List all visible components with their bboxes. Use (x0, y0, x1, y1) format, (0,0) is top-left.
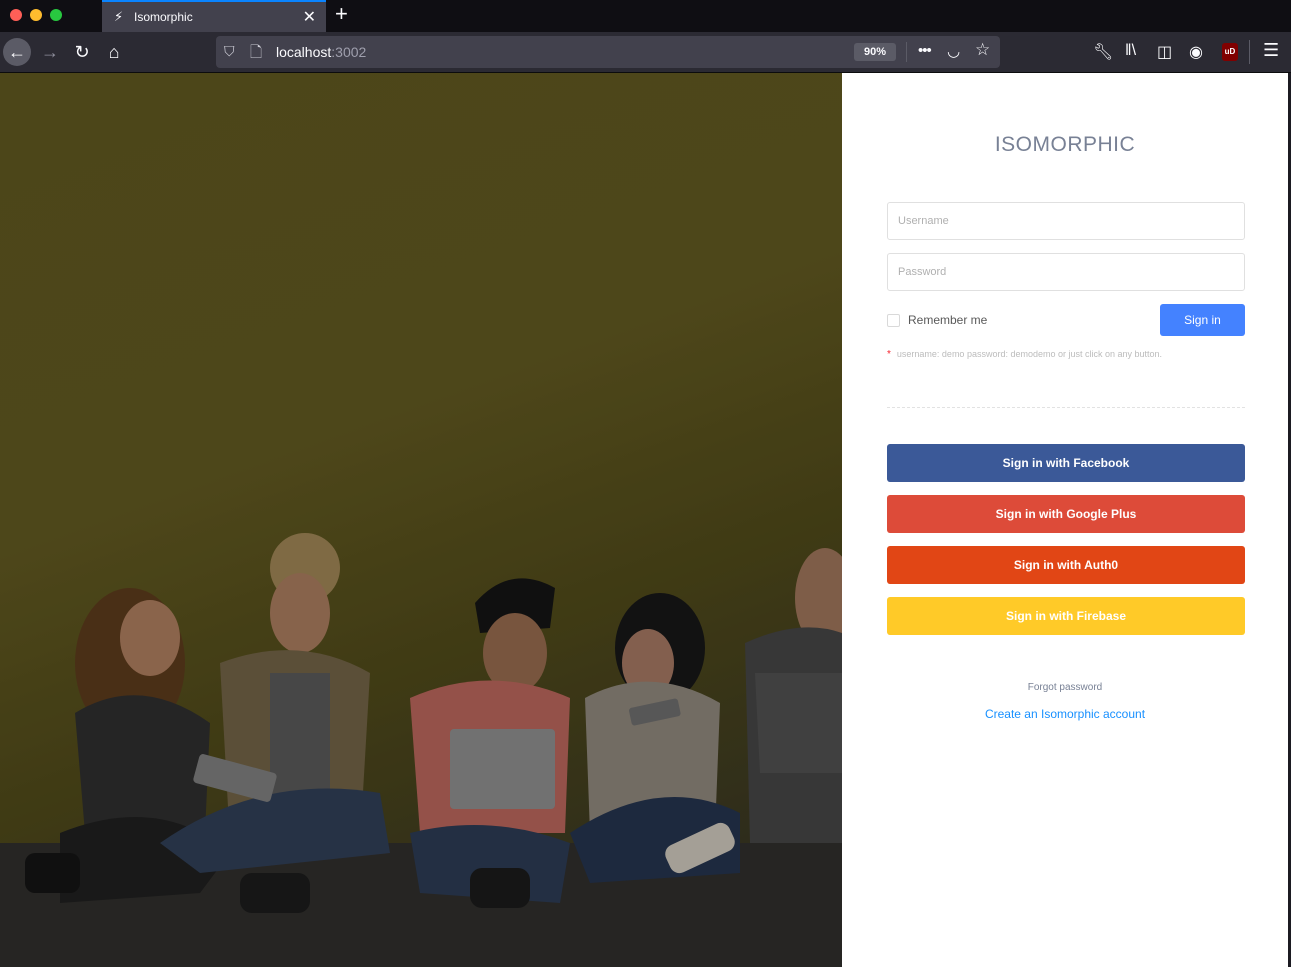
facebook-signin-button[interactable]: Sign in with Facebook (887, 444, 1245, 482)
more-icon[interactable]: ••• (918, 42, 932, 59)
sign-in-button[interactable]: Sign in (1160, 304, 1245, 336)
ublock-icon[interactable]: uD (1222, 43, 1238, 61)
demo-hint: * username: demo password: demodemo or ju… (887, 349, 1162, 360)
zoom-level-badge[interactable]: 90% (854, 43, 896, 61)
login-panel: ISOMORPHIC Remember me Sign in * username… (842, 73, 1288, 967)
new-tab-button[interactable]: + (335, 3, 348, 25)
library-icon[interactable]: ‖\ (1125, 42, 1136, 60)
shield-icon[interactable]: ⛉ (224, 43, 235, 60)
hero-photo (0, 73, 842, 967)
page-icon: 🗋 (250, 44, 263, 61)
username-input[interactable] (887, 202, 1245, 240)
browser-tab-active[interactable]: ⚡︎ Isomorphic ✕ (102, 0, 326, 32)
maximize-window-button[interactable] (50, 9, 62, 21)
bolt-icon: ⚡︎ (114, 9, 124, 24)
star-icon[interactable]: ☆ (975, 40, 990, 60)
menu-icon[interactable]: ☰ (1263, 40, 1279, 61)
brand-logo[interactable]: ISOMORPHIC (842, 133, 1288, 157)
url-host: localhost (276, 44, 332, 60)
back-button[interactable]: ← (3, 38, 31, 66)
url-port: :3002 (331, 44, 367, 60)
reload-button[interactable]: ↻ (68, 38, 96, 66)
hint-text: username: demo password: demodemo or jus… (896, 349, 1163, 359)
close-window-button[interactable] (10, 9, 22, 21)
firebase-signin-button[interactable]: Sign in with Firebase (887, 597, 1245, 635)
url-bar[interactable]: ⛉ 🗋 localhost:3002 90% ••• ◡ ☆ (216, 36, 1000, 68)
browser-titlebar: ⚡︎ Isomorphic ✕ + (0, 0, 1291, 32)
google-plus-signin-button[interactable]: Sign in with Google Plus (887, 495, 1245, 533)
password-input[interactable] (887, 253, 1245, 291)
url-divider (906, 42, 907, 62)
forward-button[interactable]: → (36, 38, 64, 66)
browser-toolbar: ← → ↻ ⌂ ⛉ 🗋 localhost:3002 90% ••• ◡ ☆ 🔧… (0, 32, 1291, 73)
required-asterisk: * (887, 349, 891, 360)
people-illustration (0, 73, 842, 967)
page: ISOMORPHIC Remember me Sign in * username… (0, 73, 1291, 967)
pocket-icon[interactable]: ◡ (947, 42, 960, 60)
tab-title: Isomorphic (134, 10, 193, 24)
close-tab-icon[interactable]: ✕ (303, 7, 316, 27)
home-button[interactable]: ⌂ (100, 38, 128, 66)
wrench-icon[interactable]: 🔧︎ (1093, 42, 1113, 62)
minimize-window-button[interactable] (30, 9, 42, 21)
auth0-signin-button[interactable]: Sign in with Auth0 (887, 546, 1245, 584)
forgot-password-link[interactable]: Forgot password (842, 682, 1288, 693)
divider (887, 407, 1245, 408)
account-icon[interactable]: ◉ (1189, 42, 1203, 62)
remember-checkbox[interactable] (887, 314, 900, 327)
url-text[interactable]: localhost:3002 (276, 44, 366, 60)
toolbar-divider (1249, 40, 1250, 64)
remember-label[interactable]: Remember me (908, 313, 987, 327)
sidebar-icon[interactable]: ◫ (1157, 42, 1172, 62)
create-account-link[interactable]: Create an Isomorphic account (842, 707, 1288, 721)
